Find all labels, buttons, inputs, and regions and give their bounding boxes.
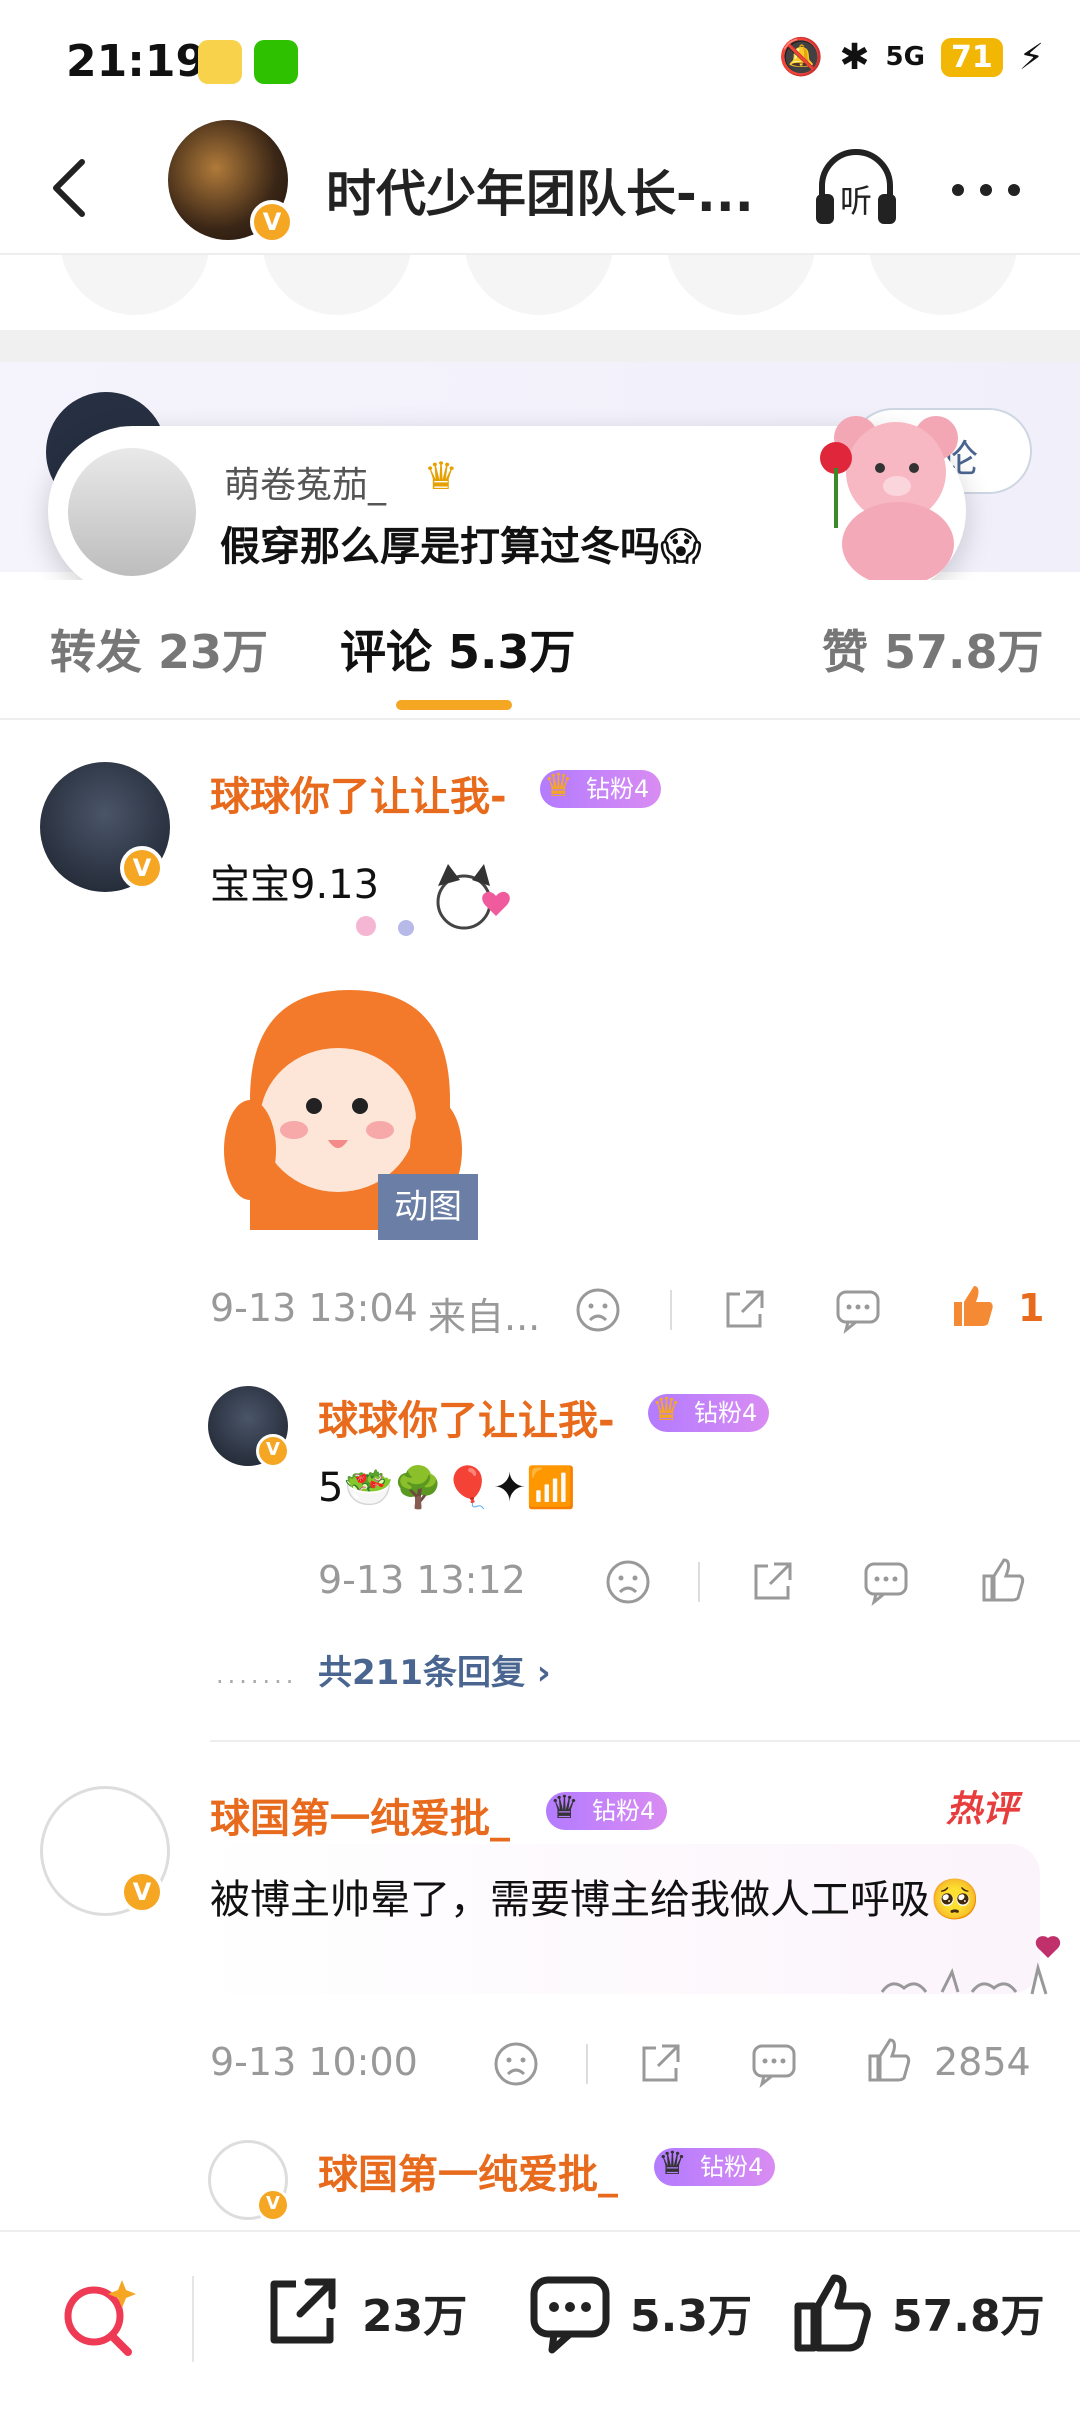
comment-count: 5.3万 [630,2291,752,2342]
signal-icon: 5G [885,42,925,72]
fan-badge: ♛ 钻粉4 [546,1788,668,1830]
bluetooth-icon: ✱ [839,36,870,78]
tab-bar: 转发 23万 评论 5.3万 赞 57.8万 [0,580,1080,720]
hot-comment-tag: 热评 [946,1789,1019,1830]
reply-username[interactable]: 球国第一纯爱批_ [318,2142,618,2200]
thumbs-up-icon [794,2274,871,2352]
tab-reposts[interactable]: 转发 23万 [50,616,268,682]
commenter-name[interactable]: 球国第一纯爱批_ [210,1786,510,1844]
like-count: 2854 [934,2040,1031,2084]
dislike-face-icon[interactable] [604,1558,652,1606]
comment-time: 9-13 13:04 [210,1286,418,1330]
like-count-total: 57.8万 [892,2291,1045,2342]
comment-source: 来自... [428,1295,541,1339]
fan-badge: ♛ 钻粉4 [648,1390,770,1432]
popup-avatar [68,448,196,576]
popup-text: 假穿那么厚是打算过冬吗😱 [220,524,702,570]
commenter-name[interactable]: 球球你了让让我- [210,764,507,822]
chevron-left-icon [53,159,85,217]
like-icon[interactable] [948,1282,996,1330]
back-button[interactable] [40,148,100,228]
search-sparkle-icon[interactable] [56,2274,140,2358]
svg-text:听: 听 [840,182,872,220]
heart-hands-sticker-icon [880,1936,1061,1995]
verified-badge-icon: V [256,2188,290,2222]
status-time: 21:19 [66,36,207,87]
repost-count: 23万 [362,2291,468,2342]
status-icons: 🔕 ✱ 5G 71 ⚡ [778,36,1044,79]
crown-icon: ♛ [658,2144,687,2182]
more-dots-icon [952,184,1020,196]
separator [698,1562,700,1602]
kuromi-sticker-icon [356,864,510,936]
separator [192,2276,194,2362]
like-icon[interactable] [978,1556,1026,1604]
comment-icon[interactable] [862,1558,910,1606]
dislike-face-icon[interactable] [492,2040,540,2088]
weibo-app-icon [198,40,242,84]
share-icon[interactable] [636,2040,684,2088]
tab-comments[interactable]: 评论 5.3万 [340,616,576,682]
crown-icon: ♛ [424,454,459,498]
verified-badge-icon: V [256,1434,290,1468]
reply-text: 5🥗🌳🎈✦📶 [318,1465,577,1511]
more-replies-link[interactable]: 共211条回复 › [318,1645,551,1694]
more-options-button[interactable] [946,160,1026,220]
battery-icon: 71 [940,37,1003,77]
headphones-icon: 听 [816,149,896,224]
comment-bubble-icon [530,2276,610,2354]
comment-icon[interactable] [750,2040,798,2088]
repost-button[interactable]: 23万 [260,2270,467,2354]
hidden-action-row [0,255,1080,325]
gif-label: 动图 [378,1174,478,1240]
popup-username: 萌卷菟茄_ [224,465,387,506]
dislike-face-icon[interactable] [574,1286,622,1334]
bear-sticker-icon [820,416,958,586]
share-icon[interactable] [720,1286,768,1334]
wechat-app-icon [254,40,298,84]
separator [670,1290,672,1330]
verified-badge-icon: V [120,846,164,890]
section-divider [0,330,1080,362]
like-count: 1 [1018,1286,1045,1330]
crown-icon: ♛ [544,766,573,804]
comment-divider [210,1740,1080,1742]
reply-username[interactable]: 球球你了让让我- [318,1388,615,1446]
dotted-line: ······· [216,1668,298,1696]
page-title: 时代少年团队长-... [326,165,754,223]
repost-icon [270,2278,336,2344]
crown-icon: ♛ [550,1788,579,1826]
separator [586,2044,588,2084]
verified-badge-icon: V [120,1870,164,1914]
charging-icon: ⚡ [1018,36,1044,78]
fan-badge: ♛ 钻粉4 [540,766,662,808]
comments-button[interactable]: 5.3万 [528,2270,752,2354]
top-nav: V 时代少年团队长-... 听 [0,120,1080,255]
tab-active-indicator [396,700,512,710]
share-icon[interactable] [748,1558,796,1606]
crown-icon: ♛ [652,1390,681,1428]
status-bar: 21:19 🔕 ✱ 5G 71 ⚡ [0,0,1080,120]
comment-icon[interactable] [834,1286,882,1334]
verified-badge-icon: V [250,200,294,244]
mute-icon: 🔕 [778,37,824,78]
like-button[interactable]: 57.8万 [790,2270,1045,2354]
listen-button[interactable]: 听 [808,138,904,234]
bottom-action-bar: 23万 5.3万 57.8万 [0,2230,1080,2412]
like-icon[interactable] [864,2036,912,2084]
comment-text: 被博主帅晕了，需要博主给我做人工呼吸🥺 [210,1877,980,1923]
tab-likes[interactable]: 赞 57.8万 [822,616,1044,682]
reply-time: 9-13 13:12 [318,1558,526,1602]
fan-badge: ♛ 钻粉4 [654,2144,776,2186]
comment-time: 9-13 10:00 [210,2040,418,2084]
floating-comment-popup[interactable]: 萌卷菟茄_ ♛ 假穿那么厚是打算过冬吗😱 [48,416,966,596]
